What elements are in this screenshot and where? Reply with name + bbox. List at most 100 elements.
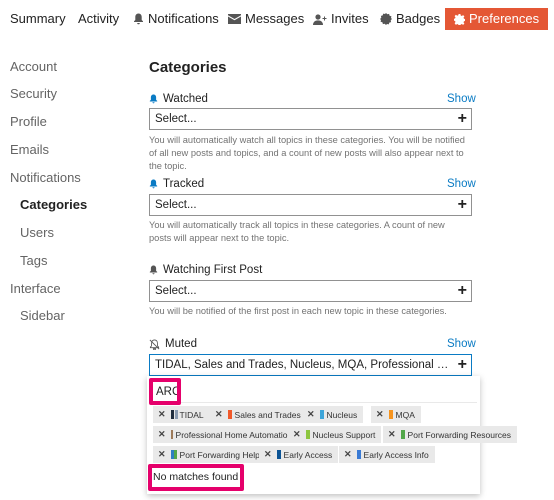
tracked-category-select[interactable]: Select... + — [149, 194, 472, 216]
muted-select-value: TIDAL, Sales and Trades, Nucleus, MQA, P… — [155, 359, 455, 371]
user-plus-icon — [313, 13, 327, 25]
category-chip[interactable]: ✕ Sales and Trades — [210, 406, 307, 423]
bell-icon — [149, 265, 158, 275]
remove-icon[interactable]: ✕ — [307, 409, 315, 420]
sidebar-item-sidebar[interactable]: Sidebar — [20, 308, 65, 323]
remove-icon[interactable]: ✕ — [376, 409, 384, 420]
watched-description: You will automatically watch all topics … — [149, 135, 465, 171]
watching-first-label-text: Watching First Post — [163, 264, 263, 276]
watched-label: Watched — [149, 93, 208, 105]
category-dropdown: ✕ TIDAL ✕ Sales and Trades ✕ Nucleus ✕ M… — [147, 376, 518, 494]
muted-show-link[interactable]: Show — [447, 338, 476, 350]
nav-notifications-label: Notifications — [148, 11, 219, 26]
category-color-swatch — [356, 450, 361, 459]
remove-icon[interactable]: ✕ — [215, 409, 223, 420]
bell-icon — [149, 94, 158, 104]
watching-first-description: You will be notified of the first post i… — [149, 306, 447, 316]
tracked-label-text: Tracked — [163, 178, 205, 190]
category-color-swatch — [170, 430, 173, 439]
plus-icon: + — [457, 196, 467, 213]
chip-label: Early Access Info — [363, 449, 429, 460]
category-chip[interactable]: ✕ Early Access — [259, 446, 339, 463]
nav-messages-label: Messages — [245, 11, 305, 26]
chip-label: Port Forwarding Help — [179, 449, 260, 460]
nav-badges[interactable]: Badges — [380, 8, 440, 30]
chip-label: Port Forwarding Resources — [407, 429, 512, 440]
category-color-swatch — [305, 430, 310, 439]
chip-label: Early Access — [283, 449, 333, 460]
remove-icon[interactable]: ✕ — [158, 409, 166, 420]
remove-icon[interactable]: ✕ — [158, 449, 166, 460]
watching-first-category-select[interactable]: Select... + — [149, 280, 472, 302]
sidebar-item-emails[interactable]: Emails — [10, 142, 49, 157]
category-chip[interactable]: ✕ Nucleus Support — [288, 426, 382, 443]
category-chip[interactable]: ✕ Port Forwarding Help — [153, 446, 266, 463]
nav-activity[interactable]: Activity — [78, 8, 119, 30]
muted-label-text: Muted — [165, 338, 197, 350]
watched-select-value: Select... — [155, 113, 197, 125]
category-color-swatch — [276, 450, 281, 459]
nav-summary-label: Summary — [10, 11, 66, 26]
bell-icon — [133, 13, 144, 25]
remove-icon[interactable]: ✕ — [344, 449, 352, 460]
plus-icon: + — [457, 110, 467, 127]
plus-icon: + — [457, 356, 467, 373]
category-chip[interactable]: ✕ Early Access Info — [339, 446, 435, 463]
nav-badges-label: Badges — [396, 11, 441, 26]
watched-category-select[interactable]: Select... + — [149, 108, 472, 130]
tracked-select-value: Select... — [155, 199, 197, 211]
plus-icon: + — [457, 282, 467, 299]
category-color-swatch — [170, 450, 174, 459]
remove-icon[interactable]: ✕ — [293, 429, 301, 440]
certificate-icon — [380, 13, 392, 25]
category-color-swatch — [400, 430, 405, 439]
category-chip[interactable]: ✕ Professional Home Automation — [153, 426, 299, 443]
sidebar-item-users[interactable]: Users — [20, 225, 54, 240]
category-chip[interactable]: ✕ TIDAL — [153, 406, 210, 423]
remove-icon[interactable]: ✕ — [264, 449, 272, 460]
category-chip[interactable]: ✕ Port Forwarding Resources — [383, 426, 518, 443]
muted-label: Muted — [149, 338, 197, 350]
chip-label: MQA — [395, 409, 415, 420]
category-color-swatch — [319, 410, 324, 419]
gear-icon — [454, 13, 465, 25]
remove-icon[interactable]: ✕ — [388, 429, 396, 440]
bell-icon — [149, 179, 158, 189]
no-matches-highlight-box — [148, 464, 244, 491]
nav-messages[interactable]: Messages — [228, 8, 304, 30]
chip-label: Sales and Trades — [234, 409, 301, 420]
category-filter-input[interactable] — [150, 381, 477, 403]
user-nav: Summary Activity Notifications Messages … — [0, 0, 554, 40]
page-title: Categories — [149, 59, 227, 76]
nav-notifications[interactable]: Notifications — [133, 8, 219, 30]
tracked-show-link[interactable]: Show — [447, 178, 476, 190]
watching-first-label: Watching First Post — [149, 264, 262, 276]
nav-summary[interactable]: Summary — [10, 8, 66, 30]
chip-label: TIDAL — [179, 409, 204, 420]
tracked-description: You will automatically track all topics … — [149, 220, 445, 243]
sidebar-item-categories[interactable]: Categories — [20, 197, 87, 212]
sidebar-item-notifications[interactable]: Notifications — [10, 170, 81, 185]
watched-show-link[interactable]: Show — [447, 93, 476, 105]
nav-invites[interactable]: Invites — [313, 8, 369, 30]
sidebar-item-security[interactable]: Security — [10, 86, 57, 101]
envelope-icon — [228, 14, 241, 24]
category-color-swatch — [227, 410, 232, 419]
filter-highlight-box — [149, 378, 181, 405]
chip-label: Nucleus Support — [312, 429, 376, 440]
sidebar-item-tags[interactable]: Tags — [20, 253, 47, 268]
category-color-swatch — [170, 410, 174, 419]
sidebar-item-account[interactable]: Account — [10, 59, 57, 74]
nav-preferences[interactable]: Preferences — [445, 8, 549, 30]
category-color-swatch — [388, 410, 393, 419]
watched-label-text: Watched — [163, 93, 208, 105]
sidebar-item-interface[interactable]: Interface — [10, 281, 61, 296]
remove-icon[interactable]: ✕ — [158, 429, 166, 440]
nav-activity-label: Activity — [78, 11, 120, 26]
category-chip[interactable]: ✕ MQA — [371, 406, 421, 423]
nav-preferences-label: Preferences — [469, 11, 540, 26]
sidebar-item-profile[interactable]: Profile — [10, 114, 47, 129]
category-chip[interactable]: ✕ Nucleus — [302, 406, 364, 423]
muted-category-select[interactable]: TIDAL, Sales and Trades, Nucleus, MQA, P… — [149, 354, 472, 376]
nav-invites-label: Invites — [331, 11, 369, 26]
